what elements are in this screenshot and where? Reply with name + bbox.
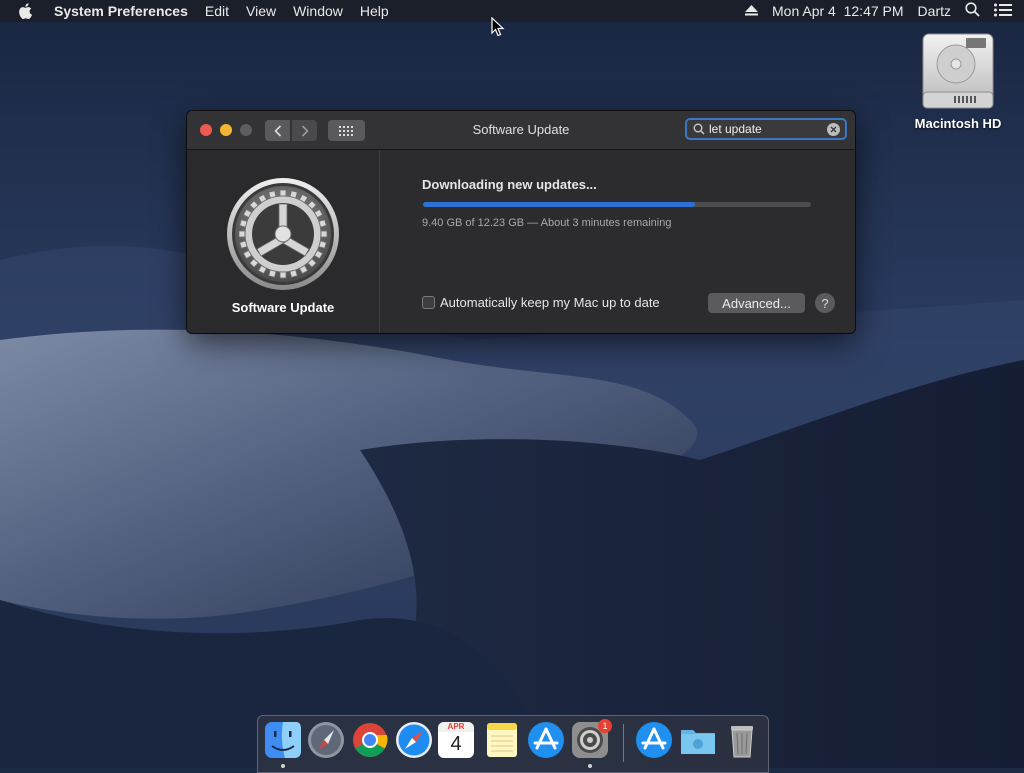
sidebar: Software Update	[187, 150, 380, 333]
view-menu[interactable]: View	[246, 3, 276, 19]
progress-detail: 9.40 GB of 12.23 GB — About 3 minutes re…	[422, 217, 672, 229]
menu-clock[interactable]: Mon Apr 4 12:47 PM	[772, 3, 904, 19]
auto-update-checkbox[interactable]	[422, 296, 435, 309]
software-update-gear-icon	[227, 178, 339, 290]
update-badge: 1	[598, 719, 612, 733]
menu-bar: System Preferences Edit View Window Help…	[0, 0, 1024, 22]
search-field[interactable]	[685, 118, 847, 140]
auto-update-label[interactable]: Automatically keep my Mac up to date	[440, 295, 660, 310]
app-store-download-icon[interactable]	[634, 720, 674, 760]
clear-search-icon[interactable]	[827, 123, 840, 136]
dock-separator	[623, 724, 624, 762]
hard-drive-icon	[922, 33, 994, 109]
downloads-folder-icon[interactable]	[678, 720, 718, 760]
auto-update-checkbox-row[interactable]: Automatically keep my Mac up to date	[422, 295, 660, 310]
spotlight-search-icon[interactable]	[965, 2, 980, 20]
notes-icon[interactable]	[482, 720, 522, 760]
app-store-icon[interactable]	[526, 720, 566, 760]
calendar-icon[interactable]: APR 4	[438, 722, 474, 758]
progress-fill	[423, 202, 695, 207]
finder-running-indicator	[281, 764, 285, 768]
system-preferences-running-indicator	[588, 764, 592, 768]
title-bar[interactable]: Software Update	[187, 111, 855, 150]
help-button[interactable]: ?	[815, 293, 835, 313]
calendar-day: 4	[450, 733, 462, 755]
disk-label: Macintosh HD	[914, 116, 1002, 131]
eject-icon[interactable]	[745, 3, 759, 19]
apple-menu-icon[interactable]	[18, 3, 38, 19]
user-menu[interactable]: Dartz	[918, 3, 951, 19]
safari-icon[interactable]	[394, 720, 434, 760]
chrome-icon[interactable]	[350, 720, 390, 760]
notification-center-icon[interactable]	[994, 3, 1012, 20]
trash-icon[interactable]	[722, 720, 762, 760]
advanced-button[interactable]: Advanced...	[708, 293, 805, 313]
sidebar-label: Software Update	[231, 300, 335, 315]
search-icon	[693, 123, 705, 135]
update-content-pane: Downloading new updates... 9.40 GB of 12…	[380, 150, 855, 333]
help-menu[interactable]: Help	[360, 3, 389, 19]
window-menu[interactable]: Window	[293, 3, 343, 19]
search-input[interactable]	[709, 122, 821, 136]
status-text: Downloading new updates...	[422, 177, 597, 192]
app-menu[interactable]: System Preferences	[54, 3, 188, 19]
macintosh-hd-icon[interactable]: Macintosh HD	[908, 32, 1008, 131]
mouse-cursor-icon	[491, 17, 505, 37]
edit-menu[interactable]: Edit	[205, 3, 229, 19]
finder-icon[interactable]	[263, 720, 303, 760]
software-update-window: Software Update let update Software Upda…	[187, 111, 855, 333]
launchpad-icon[interactable]	[306, 720, 346, 760]
download-progress-bar	[423, 202, 811, 207]
calendar-month: APR	[438, 722, 474, 732]
dock: APR 4 1	[257, 715, 769, 773]
